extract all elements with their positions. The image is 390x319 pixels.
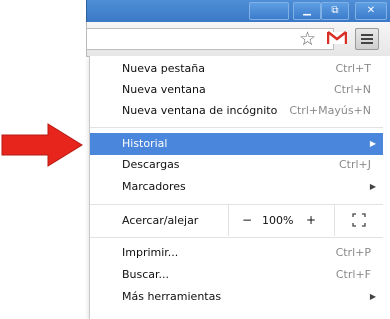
menu-item-new-tab[interactable]: Nueva pestaña Ctrl+T xyxy=(90,58,383,80)
gmail-icon[interactable] xyxy=(327,30,347,46)
menu-item-shortcut: Ctrl+F xyxy=(335,268,371,281)
address-bar[interactable]: ☆ xyxy=(87,28,334,50)
zoom-label: Acercar/alejar xyxy=(122,214,199,227)
menu-item-label: Nueva ventana xyxy=(122,83,206,96)
menu-item-downloads[interactable]: Descargas Ctrl+J xyxy=(90,154,383,176)
menu-item-incognito-window[interactable]: Nueva ventana de incógnito Ctrl+Mayús+N xyxy=(90,100,383,122)
menu-item-bookmarks[interactable]: Marcadores ▶ xyxy=(90,176,383,198)
browser-toolbar: ☆ xyxy=(86,22,390,57)
menu-item-zoom: Acercar/alejar − 100% + xyxy=(90,205,383,236)
menu-item-label: Más herramientas xyxy=(122,290,222,303)
menu-item-label: Marcadores xyxy=(122,180,186,193)
chrome-menu: Nueva pestaña Ctrl+T Nueva ventana Ctrl+… xyxy=(89,56,390,319)
menu-item-shortcut: Ctrl+P xyxy=(335,246,371,259)
menu-item-label: Imprimir... xyxy=(122,246,179,259)
red-pointer-arrow-icon xyxy=(1,123,83,167)
zoom-out-button[interactable]: − xyxy=(242,205,252,236)
zoom-divider xyxy=(334,205,335,236)
submenu-arrow-icon: ▶ xyxy=(369,139,376,148)
menu-item-new-window[interactable]: Nueva ventana Ctrl+N xyxy=(90,79,383,101)
zoom-divider xyxy=(228,205,229,236)
window-title-bar: ▁ ⧉ ✕ xyxy=(86,0,390,22)
minimize-button[interactable]: ▁ xyxy=(293,2,321,20)
menu-item-label: Descargas xyxy=(122,158,180,171)
menu-item-shortcut: Ctrl+T xyxy=(335,62,371,75)
menu-item-label: Nueva pestaña xyxy=(122,62,205,75)
zoom-in-button[interactable]: + xyxy=(306,205,316,236)
menu-item-label: Nueva ventana de incógnito xyxy=(122,104,278,117)
menu-item-label: Historial xyxy=(122,137,168,150)
menu-divider xyxy=(90,127,383,128)
menu-item-shortcut: Ctrl+Mayús+N xyxy=(289,104,371,117)
menu-item-more-tools[interactable]: Más herramientas ▶ xyxy=(90,286,383,308)
submenu-arrow-icon: ▶ xyxy=(369,292,376,301)
menu-item-history[interactable]: Historial ▶ xyxy=(90,133,383,155)
window-caption-button[interactable] xyxy=(249,2,289,20)
submenu-arrow-icon: ▶ xyxy=(369,182,376,191)
hamburger-icon[interactable] xyxy=(355,28,379,50)
menu-item-shortcut: Ctrl+J xyxy=(338,158,371,171)
star-icon[interactable]: ☆ xyxy=(299,28,316,50)
menu-divider xyxy=(90,237,383,238)
menu-item-shortcut: Ctrl+N xyxy=(333,83,371,96)
zoom-level: 100% xyxy=(262,214,294,227)
menu-item-print[interactable]: Imprimir... Ctrl+P xyxy=(90,242,383,264)
maximize-button[interactable]: ⧉ xyxy=(321,2,349,20)
close-button[interactable]: ✕ xyxy=(355,2,387,20)
menu-item-find[interactable]: Buscar... Ctrl+F xyxy=(90,264,383,286)
menu-item-label: Buscar... xyxy=(122,268,170,281)
fullscreen-icon[interactable] xyxy=(352,213,366,227)
